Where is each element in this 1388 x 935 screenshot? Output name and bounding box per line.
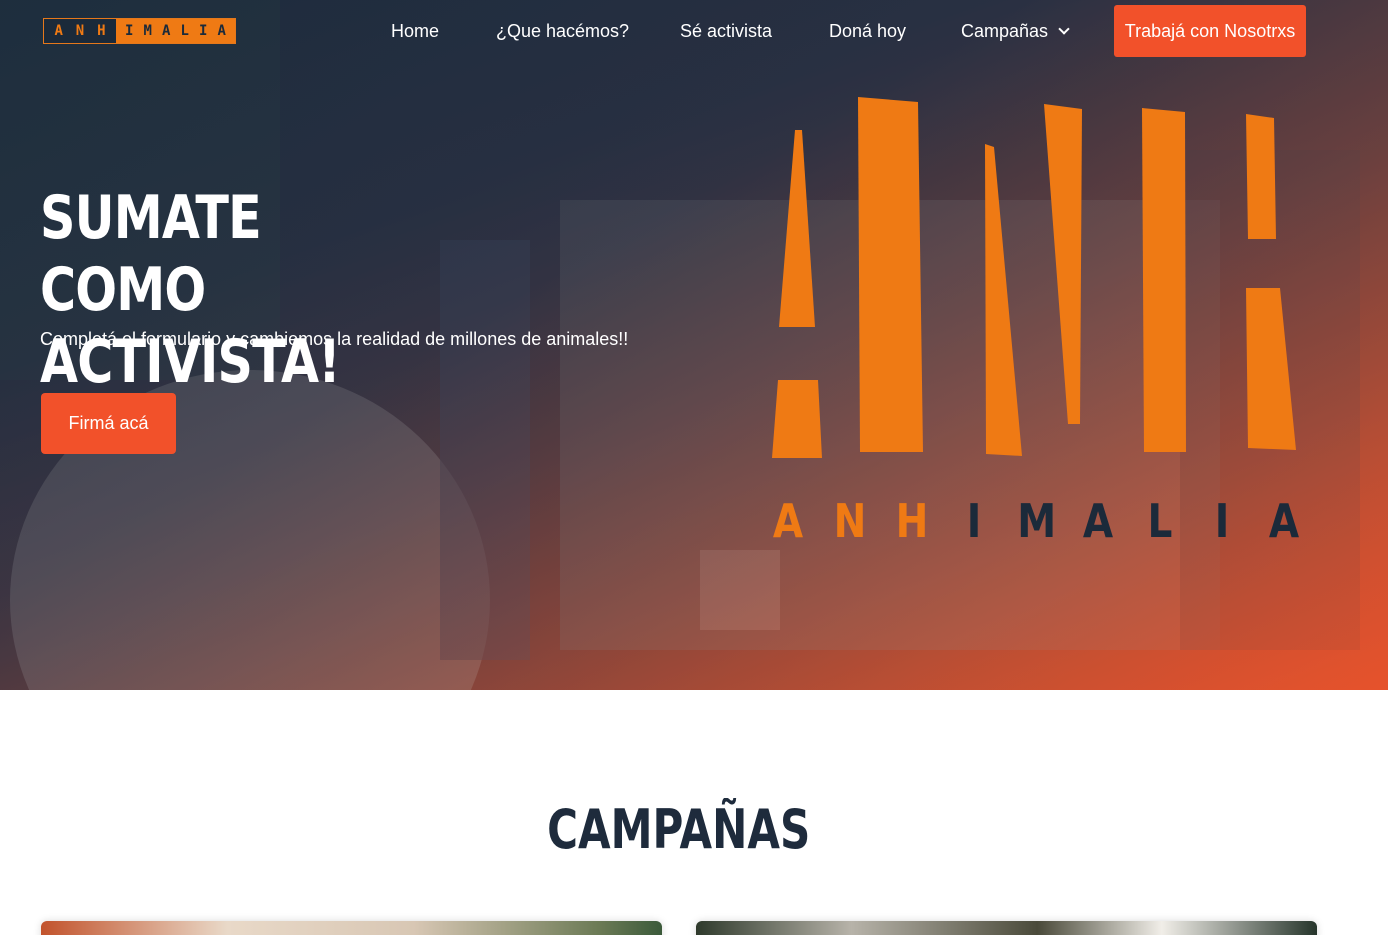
hero-title: SUMATE COMO ACTIVISTA! — [40, 182, 384, 398]
top-navigation: A N H I M A L I A Home ¿Que hacémos? Sé … — [0, 0, 1388, 62]
trabaja-con-nosotrxs-button[interactable]: Trabajá con Nosotrxs — [1114, 5, 1306, 57]
campaigns-title: CAMPAÑAS — [0, 798, 1358, 862]
anhimalia-logo-wordmark: A N H I M A L I A — [766, 494, 1306, 548]
logo-letter: A — [772, 494, 804, 548]
logo-letter: A — [1082, 494, 1114, 548]
logo-letter: I — [966, 494, 982, 548]
anhimalia-logo-mark — [772, 97, 1296, 458]
logo-letter: M — [1017, 494, 1057, 548]
nav-item-campanas[interactable]: Campañas — [961, 20, 1070, 42]
nav-item-dona-hoy[interactable]: Doná hoy — [829, 20, 906, 42]
logo-letter: L — [1147, 494, 1173, 548]
logo-letter: H — [895, 494, 929, 548]
hero-title-line1: SUMATE COMO — [40, 183, 262, 325]
nav-item-se-activista[interactable]: Sé activista — [680, 20, 772, 42]
logo-letter: I — [1214, 494, 1230, 548]
nav-item-que-hacemos[interactable]: ¿Que hacémos? — [496, 20, 629, 42]
chevron-down-icon — [1058, 23, 1070, 35]
logo-letter: A — [1268, 494, 1300, 548]
hero-subtitle: Completá el formulario y cambiemos la re… — [40, 329, 629, 349]
campaign-card[interactable] — [696, 921, 1317, 935]
firma-aca-button[interactable]: Firmá acá — [41, 393, 176, 454]
campaigns-title-text: CAMPAÑAS — [547, 798, 811, 861]
nav-item-home[interactable]: Home — [391, 20, 439, 42]
logo-letter: N — [833, 494, 867, 548]
nav-item-campanas-label: Campañas — [961, 21, 1049, 41]
campaign-card[interactable] — [41, 921, 662, 935]
